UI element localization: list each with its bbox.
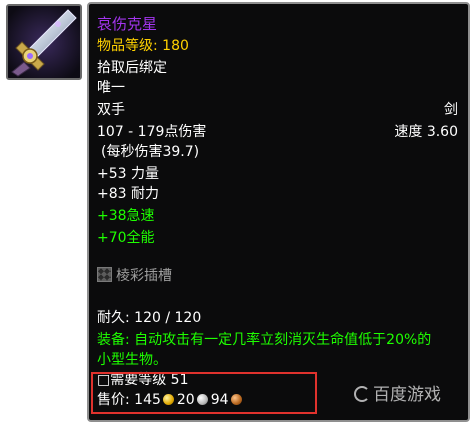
- damage-text: 107 - 179点伤害: [97, 124, 207, 140]
- binding-text: 拾取后绑定: [97, 60, 167, 76]
- item-name: 哀伤克星: [97, 15, 158, 33]
- baidu-games-watermark: 百度游戏: [354, 380, 441, 405]
- baidu-logo-icon: [354, 386, 370, 402]
- stat-haste: +38急速: [97, 208, 155, 224]
- stat-versatility: +70全能: [97, 230, 155, 246]
- slot-text: 双手: [97, 102, 125, 118]
- socket-label: 棱彩插槽: [116, 268, 172, 284]
- socket-line: 棱彩插槽: [97, 266, 172, 286]
- durability-text: 耐久: 120 / 120: [97, 310, 202, 326]
- unique-text: 唯一: [97, 80, 125, 96]
- prismatic-socket-icon: [97, 267, 112, 282]
- item-icon-frame[interactable]: [6, 4, 82, 80]
- stat-strength: +53 力量: [97, 166, 159, 182]
- dps-text: (每秒伤害39.7): [101, 144, 200, 160]
- screenshot-canvas: 哀伤克星 物品等级: 180 拾取后绑定 唯一 双手 剑 107 - 179点伤…: [0, 0, 476, 424]
- item-level: 物品等级: 180: [97, 38, 189, 54]
- sword-icon: [8, 6, 80, 78]
- weapon-type-text: 剑: [444, 102, 458, 118]
- highlight-annotation-box: [91, 372, 317, 414]
- item-tooltip: 哀伤克星 物品等级: 180 拾取后绑定 唯一 双手 剑 107 - 179点伤…: [87, 2, 470, 422]
- watermark-text: 百度游戏: [373, 385, 441, 405]
- stat-stamina: +83 耐力: [97, 186, 159, 202]
- equip-effect-line1: 装备: 自动攻击有一定几率立刻消灭生命值低于20%的: [97, 332, 432, 348]
- speed-text: 速度 3.60: [394, 124, 458, 140]
- equip-effect-line2: 小型生物。: [97, 352, 167, 368]
